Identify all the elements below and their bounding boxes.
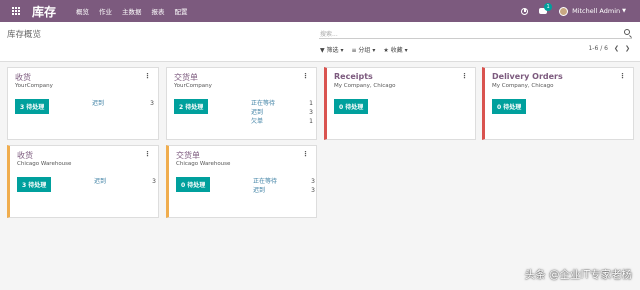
app-title[interactable]: 库存 — [32, 3, 56, 20]
to-process-button[interactable]: 2 待处理 — [174, 99, 209, 114]
menu-item-configuration[interactable]: 配置 — [175, 6, 188, 16]
stat-value: 3 — [311, 187, 315, 194]
stat-label[interactable]: 迟到 — [251, 108, 263, 117]
menu-item-reporting[interactable]: 报表 — [152, 6, 165, 16]
card-menu-icon[interactable]: ⋮ — [144, 150, 151, 158]
card-menu-icon[interactable]: ⋮ — [144, 72, 151, 80]
control-panel: 库存概览 搜索... — [0, 22, 640, 62]
stat-waiting[interactable]: 正在等待 1 — [251, 99, 313, 108]
messaging-menu[interactable]: 1 — [539, 3, 553, 14]
stat-waiting[interactable]: 正在等待 3 — [253, 177, 315, 186]
stat-value: 1 — [309, 118, 313, 125]
pager-previous-icon[interactable]: ❮ — [614, 45, 619, 52]
menu-item-operations[interactable]: 作业 — [99, 6, 112, 16]
stat-late[interactable]: 迟到 3 — [94, 177, 156, 186]
to-process-button[interactable]: 0 待处理 — [492, 99, 527, 114]
pager-value[interactable]: 1-6 / 6 — [588, 45, 607, 52]
card-title[interactable]: 交货单 — [176, 150, 200, 161]
filter-label: 筛选 — [326, 47, 339, 54]
top-navbar: 库存 概览 作业 主数据 报表 配置 1 Mitchell Admin ▼ — [0, 0, 640, 22]
stat-value: 3 — [309, 109, 313, 116]
stat-backorders[interactable]: 欠单 1 — [251, 117, 313, 126]
card-company: YourCompany — [15, 83, 53, 89]
stat-label[interactable]: 迟到 — [92, 99, 104, 108]
stat-value: 3 — [311, 178, 315, 185]
stat-value: 1 — [309, 100, 313, 107]
card-stats: 正在等待 3 迟到 3 — [253, 177, 315, 195]
menu-item-master-data[interactable]: 主数据 — [122, 6, 142, 16]
systray: 1 Mitchell Admin ▼ — [521, 3, 640, 16]
page-title: 库存概览 — [7, 30, 42, 40]
stat-value: 3 — [150, 100, 154, 107]
user-menu-name[interactable]: Mitchell Admin — [572, 7, 620, 15]
kanban-card-delivery-yourcompany[interactable]: 交货单 YourCompany ⋮ 2 待处理 正在等待 1 迟到 3 欠单 1 — [166, 67, 317, 140]
card-stats: 迟到 3 — [94, 177, 156, 186]
card-menu-icon[interactable]: ⋮ — [619, 72, 626, 80]
stat-label[interactable]: 正在等待 — [253, 177, 277, 186]
menu-item-overview[interactable]: 概览 — [76, 6, 89, 16]
stat-label[interactable]: 正在等待 — [251, 99, 275, 108]
stat-label[interactable]: 欠单 — [251, 117, 263, 126]
to-process-button[interactable]: 0 待处理 — [176, 177, 211, 192]
kanban-card-receipts-chicago[interactable]: Receipts My Company, Chicago ⋮ 0 待处理 — [324, 67, 476, 140]
group-by-button[interactable]: ≡ 分组 ▾ — [351, 45, 375, 54]
card-company: YourCompany — [174, 83, 212, 89]
card-stats: 迟到 3 — [92, 99, 154, 108]
card-company: Chicago Warehouse — [176, 161, 231, 167]
main-menu: 概览 作业 主数据 报表 配置 — [76, 6, 198, 16]
card-menu-icon[interactable]: ⋮ — [302, 150, 309, 158]
card-company: My Company, Chicago — [334, 83, 396, 89]
stat-label[interactable]: 迟到 — [94, 177, 106, 186]
card-title[interactable]: 收货 — [15, 72, 31, 83]
card-menu-icon[interactable]: ⋮ — [302, 72, 309, 80]
notification-badge: 1 — [544, 3, 553, 11]
stat-late[interactable]: 迟到 3 — [251, 108, 313, 117]
favorites-button[interactable]: ★ 收藏 ▾ — [383, 45, 407, 54]
filter-button[interactable]: ▼ 筛选 ▾ — [320, 45, 343, 54]
avatar[interactable] — [559, 6, 569, 16]
favorites-label: 收藏 — [390, 47, 403, 54]
stat-late[interactable]: 迟到 3 — [92, 99, 154, 108]
kanban-card-receipts-chicago-warehouse[interactable]: 收货 Chicago Warehouse ⋮ 3 待处理 迟到 3 — [7, 145, 159, 218]
apps-menu-icon[interactable] — [6, 0, 26, 22]
pager-next-icon[interactable]: ❯ — [625, 45, 630, 52]
card-title[interactable]: 交货单 — [174, 72, 198, 83]
to-process-button[interactable]: 3 待处理 — [17, 177, 52, 192]
stat-value: 3 — [152, 178, 156, 185]
chevron-down-icon: ▼ — [622, 8, 626, 14]
search-input[interactable]: 搜索... — [319, 29, 632, 39]
kanban-card-delivery-chicago[interactable]: Delivery Orders My Company, Chicago ⋮ 0 … — [482, 67, 634, 140]
kanban-card-delivery-chicago-warehouse[interactable]: 交货单 Chicago Warehouse ⋮ 0 待处理 正在等待 3 迟到 3 — [166, 145, 317, 218]
activity-clock-icon[interactable] — [521, 7, 529, 15]
to-process-button[interactable]: 3 待处理 — [15, 99, 50, 114]
search-placeholder: 搜索... — [320, 31, 338, 38]
pager: 1-6 / 6 ❮ ❯ — [582, 45, 630, 52]
card-title[interactable]: Delivery Orders — [492, 72, 563, 81]
group-by-label: 分组 — [358, 47, 371, 54]
card-stats: 正在等待 1 迟到 3 欠单 1 — [251, 99, 313, 126]
kanban-card-receipts-yourcompany[interactable]: 收货 YourCompany ⋮ 3 待处理 迟到 3 — [7, 67, 159, 140]
card-company: My Company, Chicago — [492, 83, 554, 89]
stat-label[interactable]: 迟到 — [253, 186, 265, 195]
card-company: Chicago Warehouse — [17, 161, 72, 167]
to-process-button[interactable]: 0 待处理 — [334, 99, 369, 114]
watermark: 头条 @企业IT专家老杨 — [524, 269, 632, 281]
search-options: ▼ 筛选 ▾ ≡ 分组 ▾ ★ 收藏 ▾ — [320, 45, 416, 54]
stat-late[interactable]: 迟到 3 — [253, 186, 315, 195]
card-menu-icon[interactable]: ⋮ — [461, 72, 468, 80]
card-title[interactable]: 收货 — [17, 150, 33, 161]
search-icon[interactable] — [624, 29, 630, 35]
card-title[interactable]: Receipts — [334, 72, 373, 81]
